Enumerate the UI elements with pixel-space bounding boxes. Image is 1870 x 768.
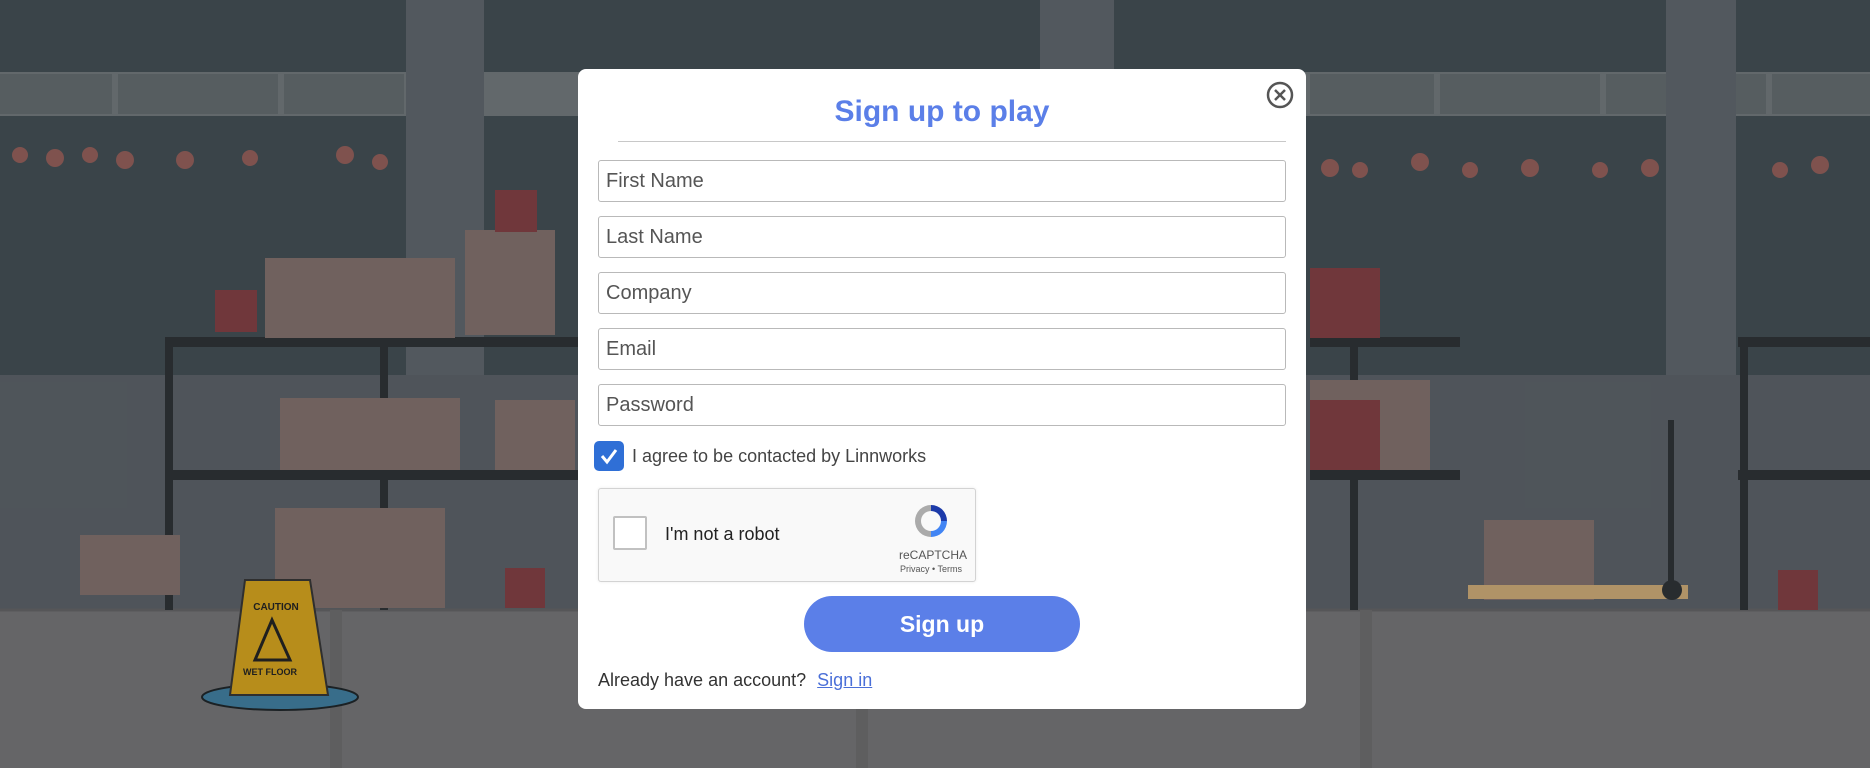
recaptcha-brand: reCAPTCHA — [899, 548, 968, 562]
consent-label: I agree to be contacted by Linnworks — [632, 445, 927, 466]
consent-row: I agree to be contacted by Linnworks — [594, 438, 1286, 474]
consent-checkbox[interactable] — [594, 441, 624, 471]
email-input[interactable] — [598, 328, 1286, 370]
title-divider — [618, 141, 1286, 142]
first-name-input[interactable] — [598, 160, 1286, 202]
signin-prompt-text: Already have an account? — [598, 670, 807, 690]
recaptcha-links[interactable]: Privacy • Terms — [899, 564, 963, 574]
company-input[interactable] — [598, 272, 1286, 314]
signin-prompt: Already have an account? Sign in — [598, 670, 1286, 691]
password-input[interactable] — [598, 384, 1286, 426]
signin-link[interactable]: Sign in — [817, 670, 872, 690]
signup-modal: Sign up to play I agree to be contacted … — [578, 69, 1306, 709]
recaptcha-icon — [915, 505, 947, 537]
recaptcha-checkbox[interactable] — [613, 516, 647, 550]
modal-title: Sign up to play — [834, 95, 1050, 128]
recaptcha-label: I'm not a robot — [665, 524, 780, 544]
signup-button[interactable]: Sign up — [804, 596, 1080, 652]
close-icon[interactable] — [1266, 81, 1294, 109]
recaptcha-logo: reCAPTCHA Privacy • Terms — [899, 501, 968, 574]
check-icon — [600, 449, 618, 465]
last-name-input[interactable] — [598, 216, 1286, 258]
signup-form: I agree to be contacted by Linnworks I'm… — [594, 160, 1286, 691]
recaptcha-widget: I'm not a robot reCAPTCHA Privacy • Term… — [598, 488, 976, 582]
